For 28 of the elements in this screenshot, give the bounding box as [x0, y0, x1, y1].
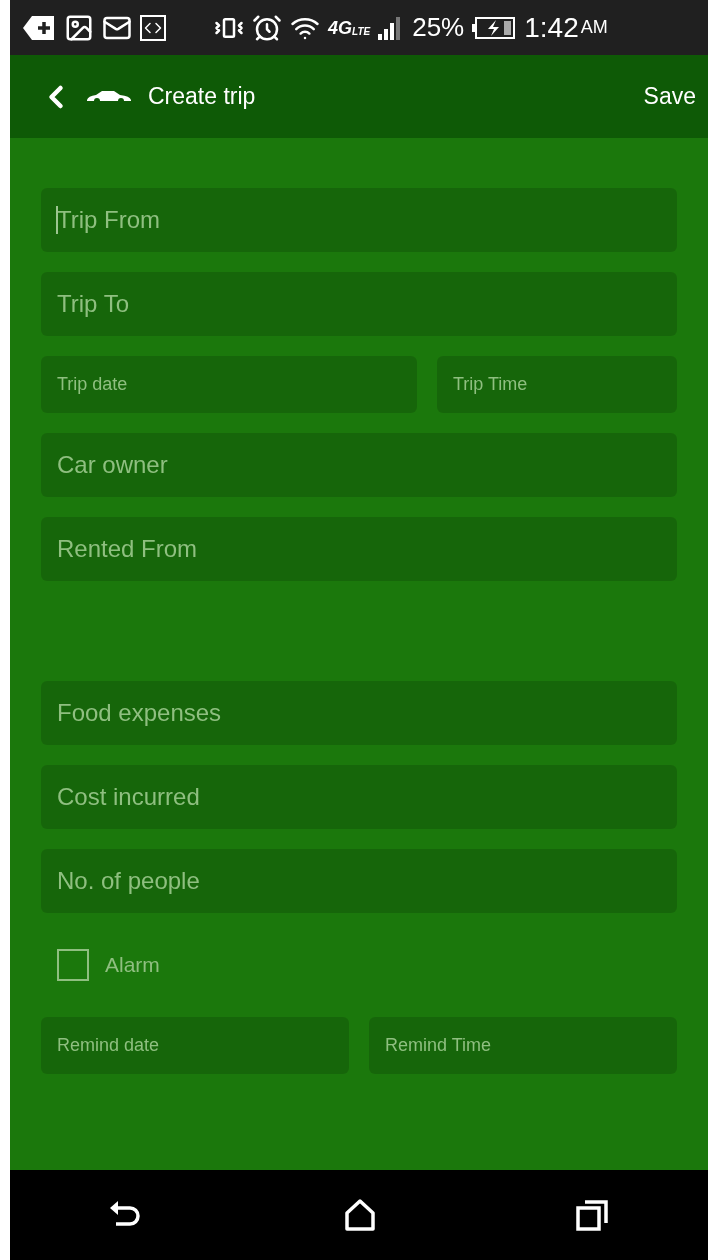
- clock-time: 1:42: [524, 10, 579, 45]
- battery-percent: 25%: [412, 11, 465, 44]
- screen-title: Create trip: [148, 82, 256, 112]
- input-field[interactable]: Trip Time: [437, 356, 677, 413]
- code-icon: [140, 14, 166, 41]
- network-type-label: 4GLTE: [328, 18, 371, 37]
- clock-am-pm: AM: [580, 16, 608, 39]
- lte-label: LTE: [352, 26, 371, 37]
- input-field[interactable]: Remind Time: [369, 1017, 677, 1074]
- alarm-clock-icon: [252, 12, 282, 43]
- input-field[interactable]: Rented From: [41, 517, 677, 581]
- recent-apps-icon[interactable]: [576, 1199, 608, 1231]
- car-icon: [86, 89, 132, 104]
- battery-charging-icon: [472, 16, 517, 39]
- save-button[interactable]: Save: [643, 79, 696, 114]
- input-field[interactable]: Trip From: [41, 188, 677, 252]
- input-field[interactable]: Trip To: [41, 272, 677, 336]
- input-field[interactable]: No. of people: [41, 849, 677, 913]
- input-field[interactable]: Food expenses: [41, 681, 677, 745]
- alarm-checkbox[interactable]: [57, 949, 89, 981]
- alarm-label: Alarm: [105, 952, 160, 979]
- input-field[interactable]: Trip date: [41, 356, 417, 413]
- text-cursor: [56, 206, 58, 234]
- home-icon[interactable]: [344, 1199, 376, 1231]
- input-field[interactable]: Car owner: [41, 433, 677, 497]
- tag-plus-icon: [22, 14, 56, 41]
- input-field[interactable]: Cost incurred: [41, 765, 677, 829]
- input-field[interactable]: Remind date: [41, 1017, 349, 1074]
